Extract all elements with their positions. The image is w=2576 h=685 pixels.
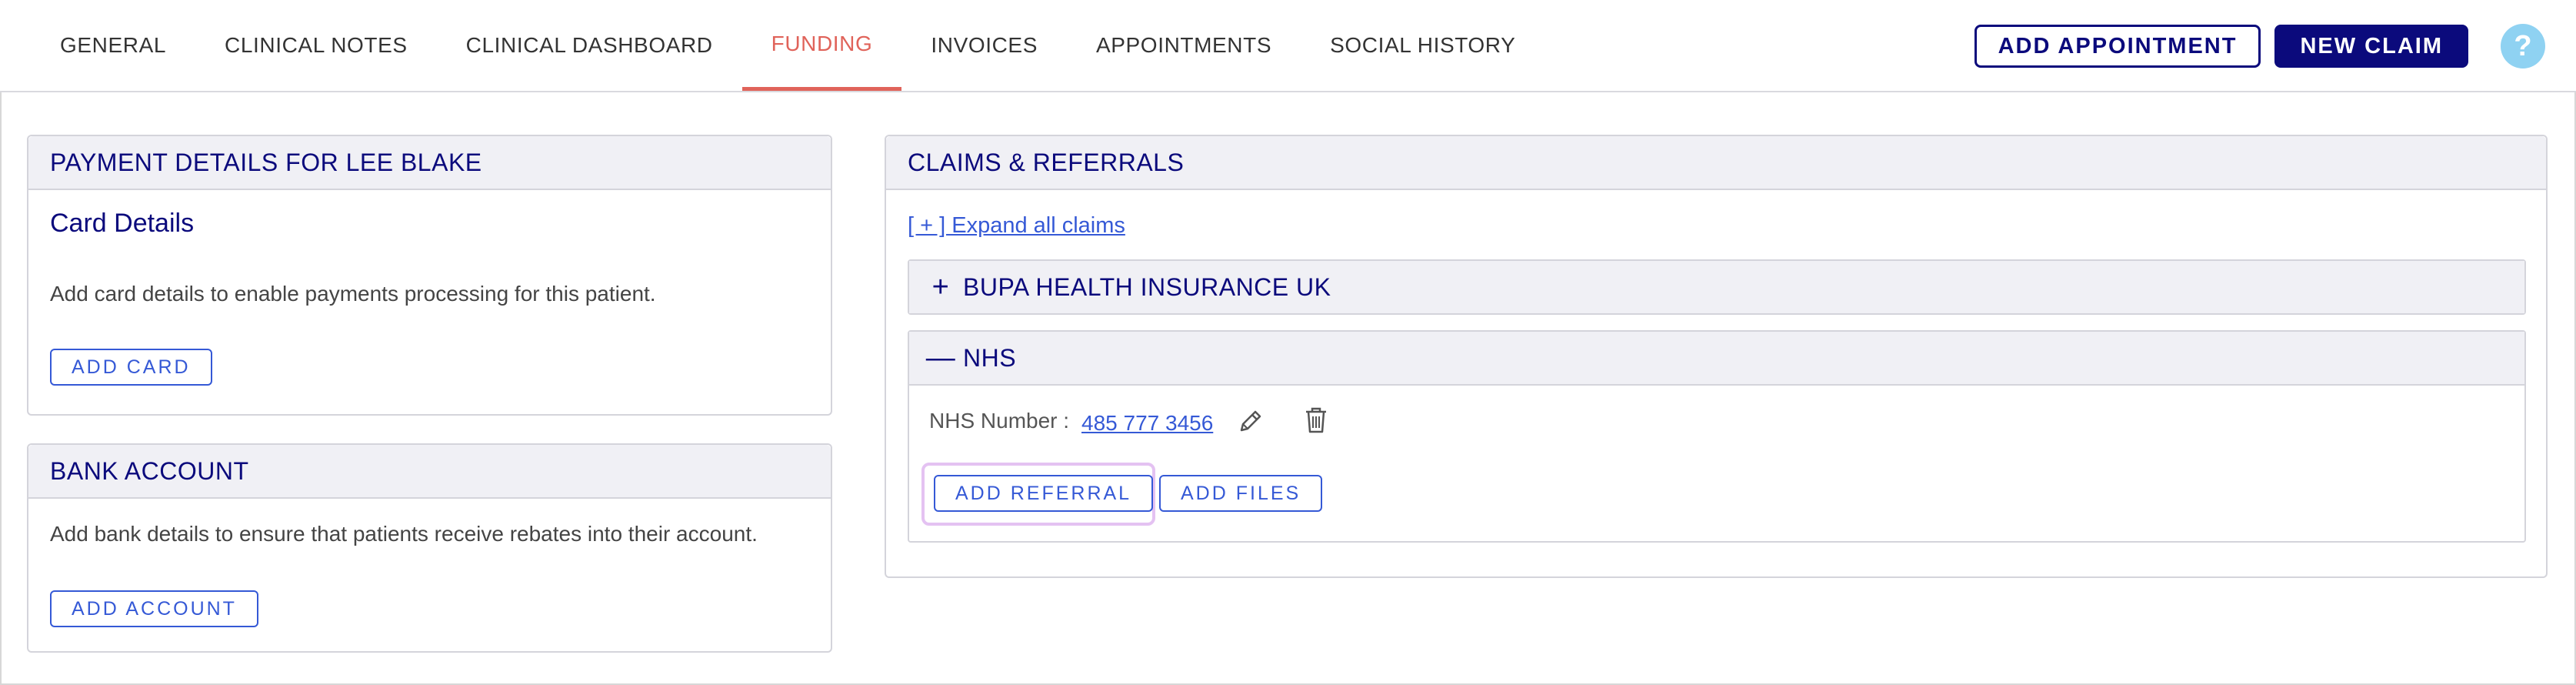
expand-all-claims-link[interactable]: [ + ] Expand all claims bbox=[908, 213, 1125, 239]
claim-nhs-title: NHS bbox=[963, 343, 1017, 372]
edit-pencil-icon[interactable] bbox=[1237, 407, 1265, 435]
bank-account-text: Add bank details to ensure that patients… bbox=[50, 522, 758, 546]
nhs-number-label: NHS Number : bbox=[929, 409, 1070, 433]
claim-bupa: + BUPA HEALTH INSURANCE UK bbox=[908, 259, 2526, 315]
tab-appointments[interactable]: APPOINTMENTS bbox=[1067, 0, 1301, 91]
claims-referrals-panel: CLAIMS & REFERRALS [ + ] Expand all clai… bbox=[885, 135, 2548, 578]
top-actions: ADD APPOINTMENT NEW CLAIM ? bbox=[1974, 0, 2545, 92]
add-account-button[interactable]: ADD ACCOUNT bbox=[50, 590, 258, 627]
claim-nhs: — NHS NHS Number : 485 777 3456 ADD REFE… bbox=[908, 330, 2526, 543]
collapse-minus-icon[interactable]: — bbox=[926, 342, 955, 375]
patient-tabs: GENERAL CLINICAL NOTES CLINICAL DASHBOAR… bbox=[31, 0, 1545, 92]
claim-bupa-header[interactable]: + BUPA HEALTH INSURANCE UK bbox=[909, 261, 2524, 313]
tab-social-history[interactable]: SOCIAL HISTORY bbox=[1301, 0, 1545, 91]
delete-trash-icon[interactable] bbox=[1303, 406, 1329, 435]
expand-plus-icon[interactable]: + bbox=[929, 271, 952, 304]
card-details-heading: Card Details bbox=[50, 209, 195, 238]
claim-nhs-header[interactable]: — NHS bbox=[909, 332, 2524, 386]
claim-bupa-title: BUPA HEALTH INSURANCE UK bbox=[963, 272, 1331, 301]
new-claim-button[interactable]: NEW CLAIM bbox=[2274, 25, 2468, 68]
claims-referrals-title: CLAIMS & REFERRALS bbox=[886, 136, 2546, 190]
bank-account-panel: BANK ACCOUNT Add bank details to ensure … bbox=[27, 443, 832, 653]
nhs-number-link[interactable]: 485 777 3456 bbox=[1081, 411, 1213, 436]
tab-clinical-notes[interactable]: CLINICAL NOTES bbox=[195, 0, 437, 91]
top-nav-bar: GENERAL CLINICAL NOTES CLINICAL DASHBOAR… bbox=[0, 0, 2576, 92]
bank-account-title: BANK ACCOUNT bbox=[28, 445, 831, 499]
add-referral-button[interactable]: ADD REFERRAL bbox=[934, 475, 1154, 512]
payment-details-panel: PAYMENT DETAILS FOR LEE BLAKE Card Detai… bbox=[27, 135, 832, 416]
add-card-button[interactable]: ADD CARD bbox=[50, 349, 212, 386]
help-icon[interactable]: ? bbox=[2501, 24, 2545, 68]
tab-invoices[interactable]: INVOICES bbox=[901, 0, 1067, 91]
tab-general[interactable]: GENERAL bbox=[31, 0, 195, 91]
tab-funding[interactable]: FUNDING bbox=[741, 0, 902, 91]
add-files-button[interactable]: ADD FILES bbox=[1159, 475, 1323, 512]
payment-details-title: PAYMENT DETAILS FOR LEE BLAKE bbox=[28, 136, 831, 190]
tab-clinical-dashboard[interactable]: CLINICAL DASHBOARD bbox=[437, 0, 742, 91]
card-details-text: Add card details to enable payments proc… bbox=[50, 282, 656, 306]
add-appointment-button[interactable]: ADD APPOINTMENT bbox=[1974, 25, 2261, 68]
